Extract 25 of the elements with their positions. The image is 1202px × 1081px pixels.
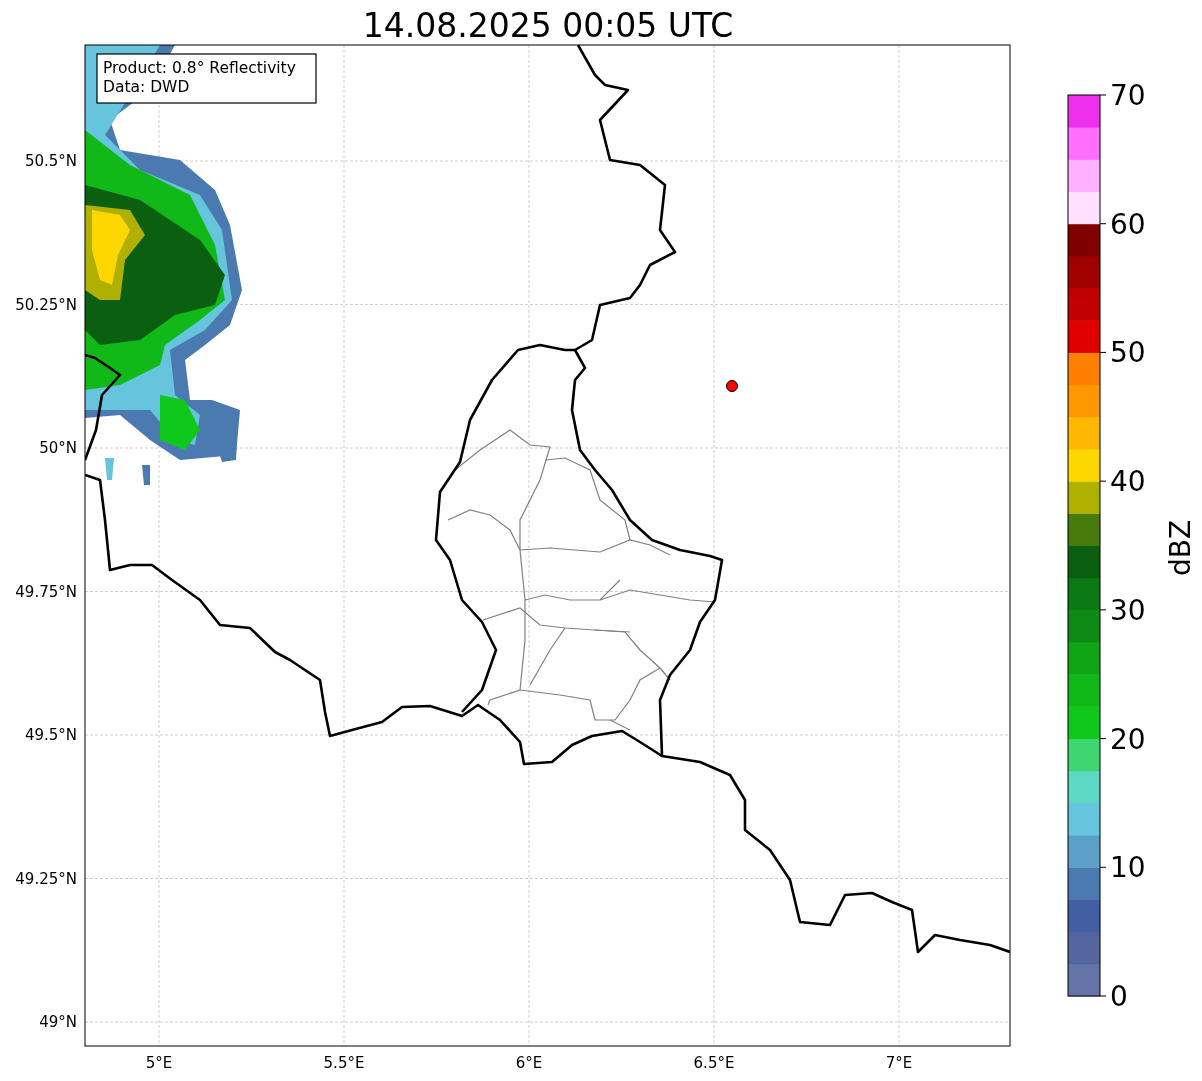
info-text: Data: DWD [103,78,190,96]
colorbar-tick-label: 10 [1110,851,1146,885]
latitude-label: 49.5°N [24,726,77,744]
info-text: Product: 0.8° Reflectivity [103,59,296,77]
colorbar-tick-label: 20 [1110,722,1146,756]
latitude-label: 49.25°N [15,869,77,888]
longitude-label: 6°E [515,1054,543,1072]
latitude-label: 49°N [39,1013,77,1031]
colorbar-tick-label: 0 [1110,980,1128,1013]
colorbar-tick-label: 70 [1110,79,1146,112]
longitude-label: 5°E [145,1054,173,1072]
longitude-label: 6.5°E [693,1054,735,1072]
latitude-label: 50.5°N [24,152,77,170]
colorbar-tick-label: 40 [1110,465,1146,499]
colorbar-label: dBZ [1164,519,1197,577]
longitude-label: 5.5°E [323,1054,365,1072]
longitude-label: 7°E [885,1054,913,1072]
colorbar-tick-label: 30 [1110,593,1146,627]
location-marker-icon [726,380,738,392]
colorbar-tick-label: 60 [1110,207,1146,241]
latitude-label: 50°N [39,439,77,457]
colorbar-tick-label: 50 [1110,336,1146,370]
latitude-label: 50.25°N [15,295,77,314]
chart-title: 14.08.2025 00:05 UTC [362,6,734,45]
latitude-label: 49.75°N [15,582,77,601]
